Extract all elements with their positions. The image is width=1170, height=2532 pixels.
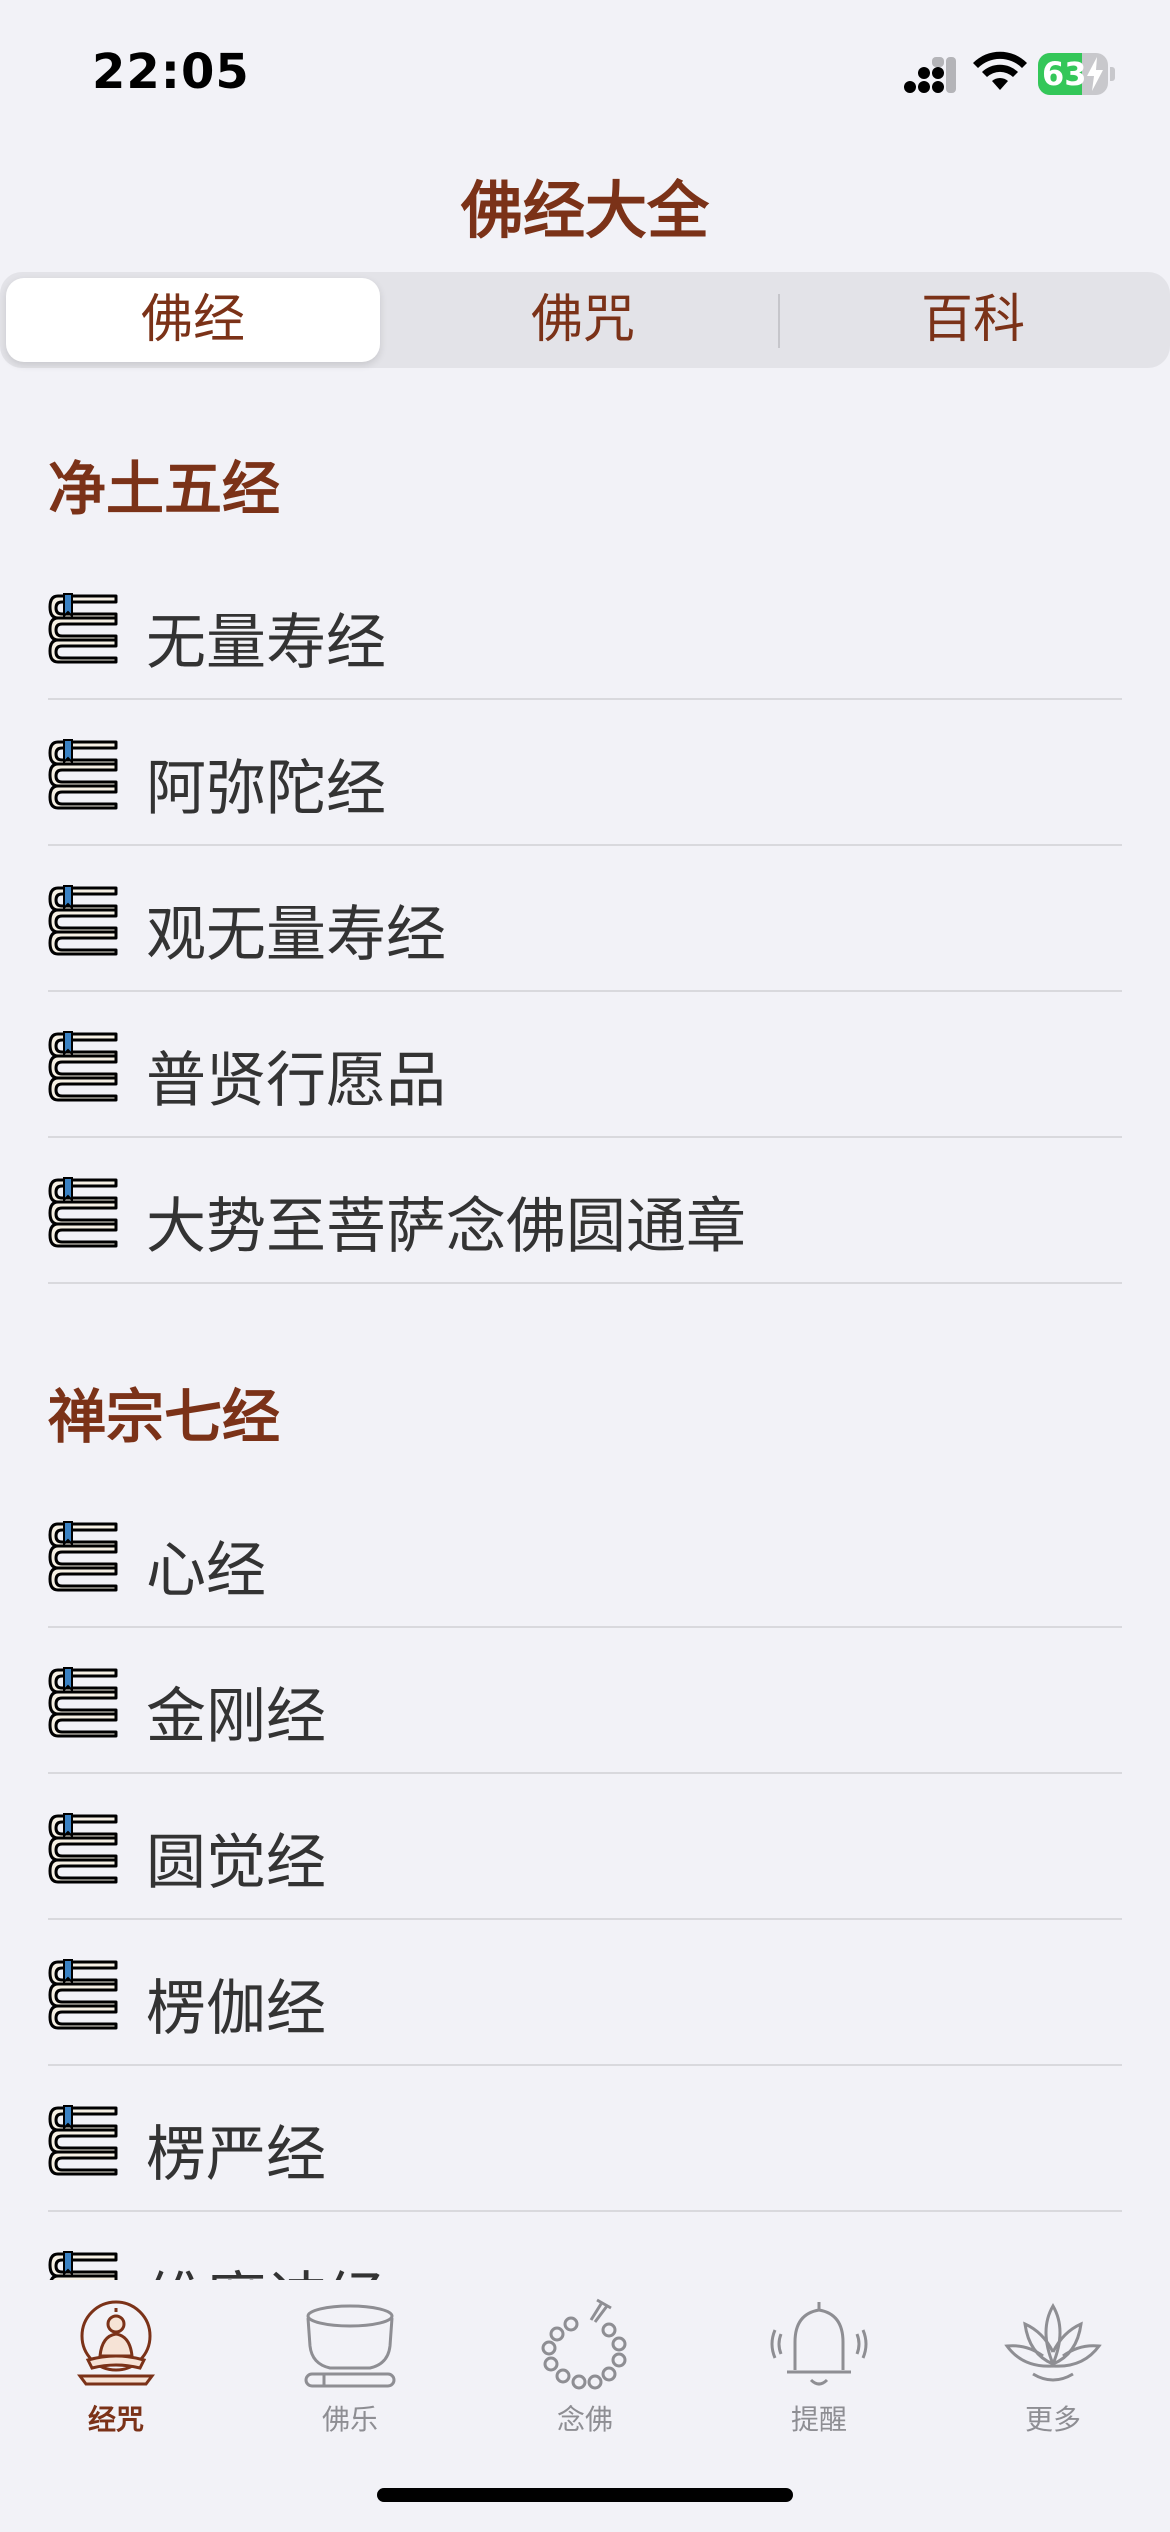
tab-label: 更多 — [1024, 2403, 1081, 2436]
charging-bolt-icon — [1087, 57, 1103, 91]
list-item[interactable]: 金刚经 — [48, 1628, 1122, 1774]
list-item[interactable]: 无量寿经 — [48, 554, 1122, 700]
tab-reminder[interactable]: 提醒 — [739, 2294, 899, 2436]
book-stack-icon — [48, 1958, 120, 2030]
tab-sutras[interactable]: 经咒 — [36, 2294, 196, 2436]
segment-divider — [778, 294, 780, 348]
segment-sutras[interactable]: 佛经 — [6, 278, 380, 362]
cellular-signal-icon — [904, 57, 956, 93]
list-item-label: 金刚经 — [146, 1682, 326, 1752]
list-item-label: 楞伽经 — [146, 1974, 326, 2044]
list-item-label: 普贤行愿品 — [146, 1046, 446, 1116]
singing-bowl-icon — [304, 2304, 396, 2388]
list-item[interactable]: 大势至菩萨念佛圆通章 — [48, 1138, 1122, 1284]
status-bar: 22:05 63 — [0, 0, 1170, 140]
tab-chanting[interactable]: 念佛 — [505, 2294, 665, 2436]
list-item-label: 楞严经 — [146, 2120, 326, 2190]
tab-label: 提醒 — [790, 2403, 847, 2436]
list-item[interactable]: 楞伽经 — [48, 1920, 1122, 2066]
section-title-chan: 禅宗七经 — [48, 1383, 281, 1451]
bell-icon — [770, 2302, 868, 2386]
list-item[interactable]: 楞严经 — [48, 2066, 1122, 2212]
list-item[interactable]: 心经 — [48, 1482, 1122, 1628]
book-stack-icon — [48, 1812, 120, 1884]
list-item-label: 无量寿经 — [146, 608, 386, 678]
list-item-label: 大势至菩萨念佛圆通章 — [146, 1192, 746, 1262]
tab-more[interactable]: 更多 — [973, 2294, 1133, 2436]
row-divider — [48, 1282, 1122, 1284]
book-stack-icon — [48, 738, 120, 810]
book-stack-icon — [48, 1030, 120, 1102]
list-item[interactable]: 观无量寿经 — [48, 846, 1122, 992]
list-item-label: 心经 — [146, 1536, 266, 1606]
battery-indicator: 63 — [1038, 53, 1115, 95]
book-stack-icon — [48, 1520, 120, 1592]
segmented-control: 佛经 佛咒 百科 — [0, 272, 1170, 368]
page-title: 佛经大全 — [460, 174, 709, 247]
book-stack-icon — [48, 1666, 120, 1738]
list-item-label: 观无量寿经 — [146, 900, 446, 970]
sutra-list: 净土五经 无量寿经 阿弥陀经 观无量寿经 普贤行愿品 大势至菩萨念佛圆通章 禅宗… — [0, 400, 1170, 2280]
book-stack-icon — [48, 592, 120, 664]
tab-label: 佛乐 — [321, 2403, 378, 2436]
status-time: 22:05 — [92, 44, 250, 100]
list-item[interactable]: 维摩诘经 — [48, 2212, 1122, 2280]
lotus-icon — [1004, 2303, 1102, 2382]
segment-mantras[interactable]: 佛咒 — [392, 278, 774, 362]
book-stack-icon — [48, 884, 120, 956]
buddha-icon — [77, 2300, 155, 2386]
book-stack-icon — [48, 2104, 120, 2176]
list-item-label: 圆觉经 — [146, 1828, 326, 1898]
prayer-beads-icon — [541, 2298, 627, 2390]
list-item[interactable]: 圆觉经 — [48, 1774, 1122, 1920]
book-stack-icon — [48, 2250, 120, 2280]
wifi-icon — [973, 51, 1027, 90]
book-stack-icon — [48, 1176, 120, 1248]
tab-label: 经咒 — [87, 2403, 144, 2436]
tab-music[interactable]: 佛乐 — [270, 2294, 430, 2436]
tab-label: 念佛 — [556, 2403, 613, 2436]
list-item[interactable]: 阿弥陀经 — [48, 700, 1122, 846]
screen: 22:05 63 佛经大全 佛经 佛咒 百科 净土五经 无量寿经 阿弥陀经 观无… — [0, 0, 1170, 2532]
list-item-label: 阿弥陀经 — [146, 754, 386, 824]
segment-encyclopedia[interactable]: 百科 — [782, 278, 1164, 362]
list-item[interactable]: 普贤行愿品 — [48, 992, 1122, 1138]
list-item-label: 维摩诘经 — [146, 2252, 386, 2280]
section-title-pure-land: 净土五经 — [48, 455, 281, 523]
home-indicator[interactable] — [377, 2488, 793, 2502]
